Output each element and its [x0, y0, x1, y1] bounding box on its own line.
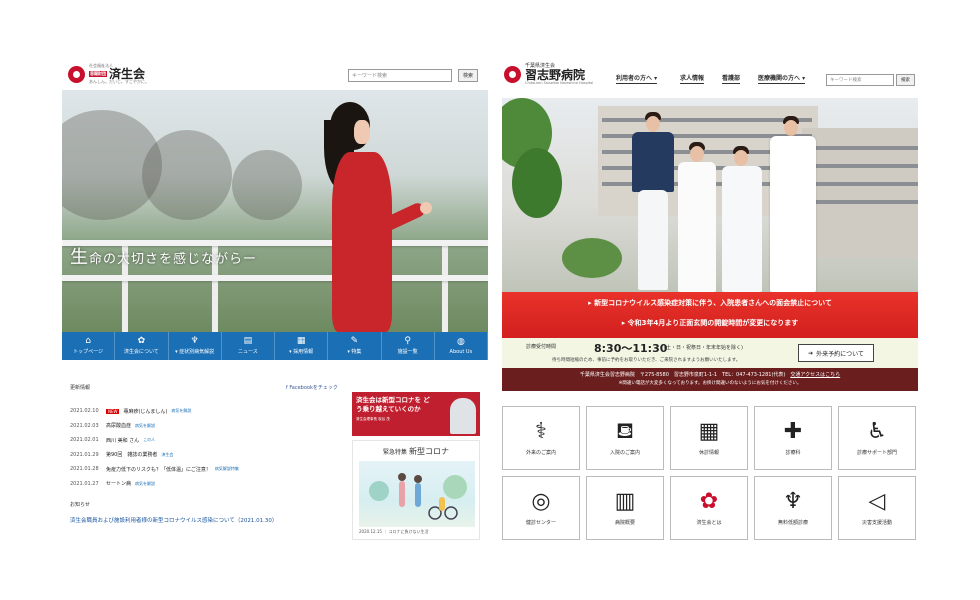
news-item[interactable]: 2021.01.27 セートン病 病気を解説	[70, 477, 340, 492]
nav-item-about-us[interactable]: ◍ About Us	[435, 332, 488, 360]
news-heading: 更新情報	[70, 385, 91, 391]
emblem-icon: ✿	[699, 488, 719, 514]
tile-closed-info[interactable]: ▦ 休診情報	[670, 406, 748, 470]
saiseikai-logo[interactable]: 社会福祉法人 恩賜財団 済生会 あんしん。だいじ。すこやかに。	[68, 64, 149, 84]
building-icon: ▦	[296, 336, 306, 346]
alert-visitation-link[interactable]: ▸ 新型コロナウイルス感染症対策に伴う、入院患者さんへの面会禁止について	[502, 298, 918, 308]
hero-image: 生命の大切さを感じながらー	[62, 90, 488, 332]
alert-banner: ▸ 新型コロナウイルス感染症対策に伴う、入院患者さんへの面会禁止について ▸ 令…	[502, 292, 918, 338]
facebook-link[interactable]: f Facebookをチェック	[286, 384, 338, 391]
access-link[interactable]: 交通アクセスはこちら	[790, 372, 840, 378]
tile-about-saiseikai[interactable]: ✿ 済生会とは	[670, 476, 748, 540]
news-item[interactable]: 2021.01.29 第90回 雑誌の業務者 済生会	[70, 448, 340, 463]
notice-link[interactable]: 済生会職員および施設利用者様の新型コロナウイルス感染について（2021.01.3…	[70, 516, 277, 524]
search-button[interactable]: 検索	[896, 74, 915, 86]
logo-line2: 恩賜財団	[89, 70, 107, 78]
tile-disaster[interactable]: ◁ 災害支援活動	[838, 476, 916, 540]
tile-support[interactable]: ♿ 診療サポート部門	[838, 406, 916, 470]
eye-chart-icon: ◎	[531, 488, 551, 514]
search-button[interactable]: 検索	[458, 69, 479, 82]
nav-item-news[interactable]: ▤ ニュース	[222, 332, 275, 360]
reception-time: 8:30〜11:30	[594, 342, 668, 355]
saiseikai-emblem-icon	[504, 66, 521, 84]
emblem-icon: ✿	[137, 336, 146, 346]
edit-icon: ✎	[350, 336, 359, 346]
nav-item-top[interactable]: ⌂ トップページ	[62, 332, 116, 360]
chairman-photo	[450, 398, 476, 434]
search-input[interactable]: キーワード検索	[826, 74, 894, 86]
nav-item-about[interactable]: ✿ 済生会について	[115, 332, 169, 360]
news-item[interactable]: 2021.01.28 免疫力低下のリスクも？「低体温」にご注意！ 病気解説特集	[70, 462, 340, 477]
saiseikai-homepage: 社会福祉法人 恩賜財団 済生会 あんしん。だいじ。すこやかに。 キーワード検索 検…	[62, 56, 488, 540]
home-icon: ⌂	[85, 336, 91, 346]
doctor-icon: ⚕	[535, 418, 547, 444]
covid-special-banner[interactable]: 緊急特集 新型コロナ 2020.12.15 ｜ コロナに負けない生活	[352, 440, 480, 540]
hero-image	[502, 98, 918, 292]
menu-for-institutions[interactable]: 医療機関の方へ ▾	[758, 73, 806, 84]
illustration	[359, 461, 475, 527]
hospital-icon: ▥	[614, 488, 636, 514]
saiseikai-emblem-icon	[68, 65, 85, 83]
stethoscope-icon: ♆	[190, 336, 199, 346]
bed-icon: ⛾	[616, 418, 634, 444]
notice-heading: お知らせ	[70, 502, 90, 508]
tile-departments[interactable]: ✚ 診療科	[754, 406, 832, 470]
new-badge: NEW	[106, 408, 120, 414]
tile-overview[interactable]: ▥ 病院概要	[586, 476, 664, 540]
wheelchair-icon: ♿	[867, 418, 887, 444]
logo-sub: あんしん。だいじ。すこやかに。	[89, 79, 149, 84]
address-bar: 千葉県済生会習志野病院 〒275-8580 習志野市泉町1-1-1 TEL：04…	[502, 368, 918, 391]
hospital-logo[interactable]: 千葉県済生会 習志野病院 Chiba-ken Saiseikai Narashi…	[504, 63, 593, 86]
search-input[interactable]: キーワード検索	[348, 69, 452, 82]
alert-entrance-link[interactable]: ▸ 令和3年4月より正面玄関の開錠時間が変更になります	[502, 318, 918, 328]
global-nav: ⌂ トップページ ✿ 済生会について ♆ ▾ 症状別病気解説 ▤ ニュース ▦ ▾ 採用情…	[62, 332, 488, 360]
nurse-icon: ✚	[783, 418, 803, 444]
news-item[interactable]: 2021.02.03 高尿酸血症 病気を解説	[70, 419, 340, 434]
menu-nursing[interactable]: 看護部	[722, 73, 741, 84]
news-item[interactable]: 2021.02.01 西川 美和 さん この人	[70, 433, 340, 448]
nav-item-diseases[interactable]: ♆ ▾ 症状別病気解説	[169, 332, 222, 360]
nav-item-facilities[interactable]: ⚲ 施設一覧	[382, 332, 435, 360]
tile-outpatient[interactable]: ⚕ 外来のご案内	[502, 406, 580, 470]
menu-recruit[interactable]: 求人情報	[680, 73, 705, 84]
news-item[interactable]: 2021.02.10 NEW 蕁麻疹(じんましん) 病気を解説	[70, 404, 340, 419]
document-icon: ▤	[243, 336, 253, 346]
arrow-right-icon: ➔	[808, 349, 814, 357]
megaphone-icon: ◁	[868, 488, 886, 514]
calendar-icon: ▦	[698, 418, 720, 444]
outpatient-reservation-button[interactable]: ➔ 外来予約について	[798, 344, 874, 362]
stethoscope-icon: ♆	[783, 488, 803, 514]
pin-icon: ⚲	[404, 336, 411, 346]
narashino-hospital-homepage: 千葉県済生会 習志野病院 Chiba-ken Saiseikai Narashi…	[500, 56, 920, 540]
reception-hours: 診療受付時間 8:30〜11:30 (土・日・祝祭日・年末年始を除く) 待ち時間…	[502, 338, 918, 368]
tile-free-care[interactable]: ♆ 無料低額診療	[754, 476, 832, 540]
hero-tagline: 生命の大切さを感じながらー	[70, 247, 258, 268]
menu-for-users[interactable]: 利用者の方へ ▾	[616, 73, 658, 84]
hospital-name: 習志野病院	[525, 68, 586, 83]
tile-inpatient[interactable]: ⛾ 入院のご案内	[586, 406, 664, 470]
nav-item-recruit[interactable]: ▦ ▾ 採用情報	[275, 332, 329, 360]
nav-item-feature[interactable]: ✎ ▾ 特集	[328, 332, 382, 360]
news-list: 2021.02.10 NEW 蕁麻疹(じんましん) 病気を解説 2021.02.03 高…	[70, 404, 340, 491]
globe-icon: ◍	[456, 336, 465, 347]
tile-checkup[interactable]: ◎ 健診センター	[502, 476, 580, 540]
covid-feature-banner[interactable]: 済生会は新型コロナを どう乗り越えていくのか 済生会理事長 炭谷 茂	[352, 392, 480, 436]
